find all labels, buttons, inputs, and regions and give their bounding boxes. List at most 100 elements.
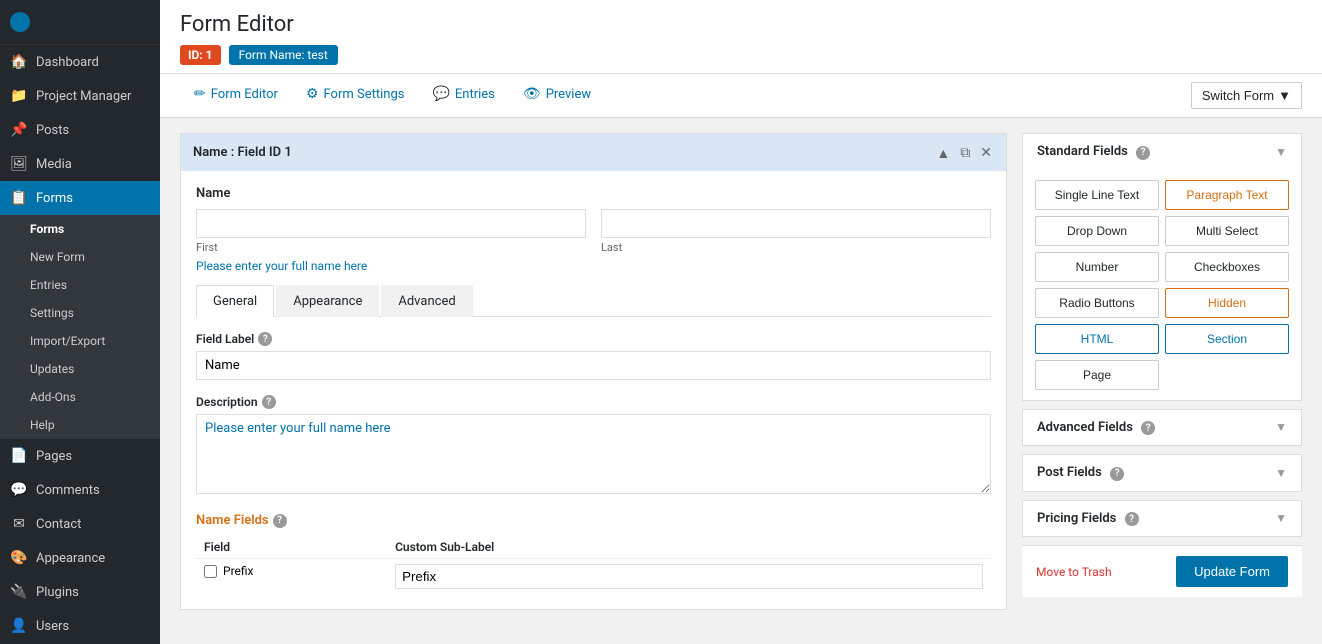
pricing-fields-help-icon[interactable]: ? (1125, 512, 1139, 526)
wp-logo-icon (10, 12, 30, 32)
sidebar-item-media[interactable]: 🖼 Media (0, 147, 160, 181)
sidebar-item-pages[interactable]: 📄 Pages (0, 439, 160, 473)
advanced-fields-header[interactable]: Advanced Fields ? ▼ (1023, 410, 1301, 446)
sidebar-item-posts[interactable]: 📌 Posts (0, 113, 160, 147)
name-fields-help-icon[interactable]: ? (273, 514, 287, 528)
first-name-input[interactable] (196, 209, 586, 238)
sidebar-item-plugins[interactable]: 🔌 Plugins (0, 575, 160, 609)
single-line-text-button[interactable]: Single Line Text (1035, 180, 1159, 210)
post-fields-chevron: ▼ (1275, 466, 1287, 480)
html-button[interactable]: HTML (1035, 324, 1159, 354)
field-block-title: Name : Field ID 1 (193, 145, 292, 160)
paragraph-text-button[interactable]: Paragraph Text (1165, 180, 1289, 210)
sidebar-item-forms[interactable]: 📋 Forms (0, 181, 160, 215)
name-fields-title: Name Fields ? (196, 513, 991, 528)
number-button[interactable]: Number (1035, 252, 1159, 282)
form-name-badge: Form Name: test (229, 45, 338, 65)
sidebar-item-comments[interactable]: 💬 Comments (0, 473, 160, 507)
standard-fields-help-icon[interactable]: ? (1136, 146, 1150, 160)
last-name-input[interactable] (601, 209, 991, 238)
form-id-badge: ID: 1 (180, 45, 221, 65)
col-field: Field (196, 536, 387, 559)
plugins-icon: 🔌 (10, 584, 28, 600)
section-button[interactable]: Section (1165, 324, 1289, 354)
inner-tab-general[interactable]: General (196, 285, 274, 317)
sidebar-item-label: Dashboard (36, 55, 99, 70)
page-button[interactable]: Page (1035, 360, 1159, 390)
inner-tab-advanced[interactable]: Advanced (381, 285, 472, 317)
tab-bar: ✏ Form Editor ⚙ Form Settings 💬 Entries … (160, 74, 1322, 118)
users-icon: 👤 (10, 618, 28, 634)
drop-down-button[interactable]: Drop Down (1035, 216, 1159, 246)
prefix-sublabel-input[interactable] (395, 564, 983, 589)
description-setting: Description ? Please enter your full nam… (196, 395, 991, 498)
advanced-fields-group: Advanced Fields ? ▼ (1022, 409, 1302, 447)
post-fields-header[interactable]: Post Fields ? ▼ (1023, 455, 1301, 491)
tab-label: Form Settings (324, 87, 405, 102)
description-textarea[interactable]: Please enter your full name here (196, 414, 991, 494)
submenu-item-entries[interactable]: Entries (0, 271, 160, 299)
post-fields-group: Post Fields ? ▼ (1022, 454, 1302, 492)
field-block: Name : Field ID 1 ▲ ⧉ ✕ Name First (180, 133, 1007, 610)
name-fields-table: Field Custom Sub-Label Prefix (196, 536, 991, 594)
prefix-label: Prefix (223, 564, 254, 578)
name-inputs-row: First Last (196, 209, 991, 254)
radio-buttons-button[interactable]: Radio Buttons (1035, 288, 1159, 318)
advanced-fields-help-icon[interactable]: ? (1141, 421, 1155, 435)
description-help-icon[interactable]: ? (262, 395, 276, 409)
page-header: Form Editor ID: 1 Form Name: test (160, 0, 1322, 74)
move-to-trash-link[interactable]: Move to Trash (1036, 565, 1112, 579)
hidden-button[interactable]: Hidden (1165, 288, 1289, 318)
pricing-fields-group: Pricing Fields ? ▼ (1022, 500, 1302, 538)
collapse-field-button[interactable]: ▲ (934, 142, 952, 163)
submenu-item-import-export[interactable]: Import/Export (0, 327, 160, 355)
inner-tab-appearance[interactable]: Appearance (276, 285, 379, 317)
update-form-button[interactable]: Update Form (1176, 556, 1288, 587)
page-title: Form Editor (180, 12, 1302, 37)
pricing-fields-header[interactable]: Pricing Fields ? ▼ (1023, 501, 1301, 537)
first-name-group: First (196, 209, 586, 254)
tab-form-editor[interactable]: ✏ Form Editor (180, 74, 292, 117)
field-label-input[interactable] (196, 351, 991, 380)
submenu-item-settings[interactable]: Settings (0, 299, 160, 327)
switch-form-button[interactable]: Switch Form ▼ (1191, 82, 1302, 109)
table-row: Prefix (196, 559, 991, 595)
checkboxes-button[interactable]: Checkboxes (1165, 252, 1289, 282)
post-fields-help-icon[interactable]: ? (1110, 467, 1124, 481)
submenu-item-forms[interactable]: Forms (0, 215, 160, 243)
submenu-label: Help (30, 418, 55, 432)
standard-fields-header[interactable]: Standard Fields ? ▼ (1023, 134, 1301, 170)
form-settings-icon: ⚙ (306, 86, 319, 102)
sidebar-item-label: Posts (36, 123, 69, 138)
delete-field-button[interactable]: ✕ (978, 142, 994, 163)
submenu-item-add-ons[interactable]: Add-Ons (0, 383, 160, 411)
sidebar: 🏠 Dashboard 📁 Project Manager 📌 Posts 🖼 … (0, 0, 160, 644)
chevron-down-icon: ▼ (1278, 88, 1291, 103)
sidebar-item-label: Project Manager (36, 89, 131, 104)
submenu-item-new-form[interactable]: New Form (0, 243, 160, 271)
badge-row: ID: 1 Form Name: test (180, 45, 1302, 65)
sidebar-item-project-manager[interactable]: 📁 Project Manager (0, 79, 160, 113)
multi-select-button[interactable]: Multi Select (1165, 216, 1289, 246)
field-label-help-icon[interactable]: ? (258, 332, 272, 346)
tab-preview[interactable]: 👁 Preview (509, 74, 605, 117)
sidebar-item-dashboard[interactable]: 🏠 Dashboard (0, 45, 160, 79)
submenu-label: Add-Ons (30, 390, 76, 404)
standard-fields-chevron: ▼ (1275, 145, 1287, 159)
submenu-item-updates[interactable]: Updates (0, 355, 160, 383)
sidebar-item-users[interactable]: 👤 Users (0, 609, 160, 643)
tab-form-settings[interactable]: ⚙ Form Settings (292, 74, 419, 117)
field-sidebar: Standard Fields ? ▼ Single Line Text Par… (1022, 133, 1302, 629)
sidebar-item-contact[interactable]: ✉ Contact (0, 507, 160, 541)
sidebar-item-appearance[interactable]: 🎨 Appearance (0, 541, 160, 575)
submenu-label: New Form (30, 250, 85, 264)
tab-entries[interactable]: 💬 Entries (418, 74, 508, 117)
main-content: Form Editor ID: 1 Form Name: test ✏ Form… (160, 0, 1322, 644)
tab-label: Preview (546, 87, 591, 102)
prefix-checkbox[interactable] (204, 565, 217, 578)
submenu-item-help[interactable]: Help (0, 411, 160, 439)
duplicate-field-button[interactable]: ⧉ (958, 142, 972, 163)
sidebar-item-label: Users (36, 619, 69, 634)
field-label-title: Field Label ? (196, 332, 991, 346)
submenu-label: Forms (30, 222, 64, 236)
